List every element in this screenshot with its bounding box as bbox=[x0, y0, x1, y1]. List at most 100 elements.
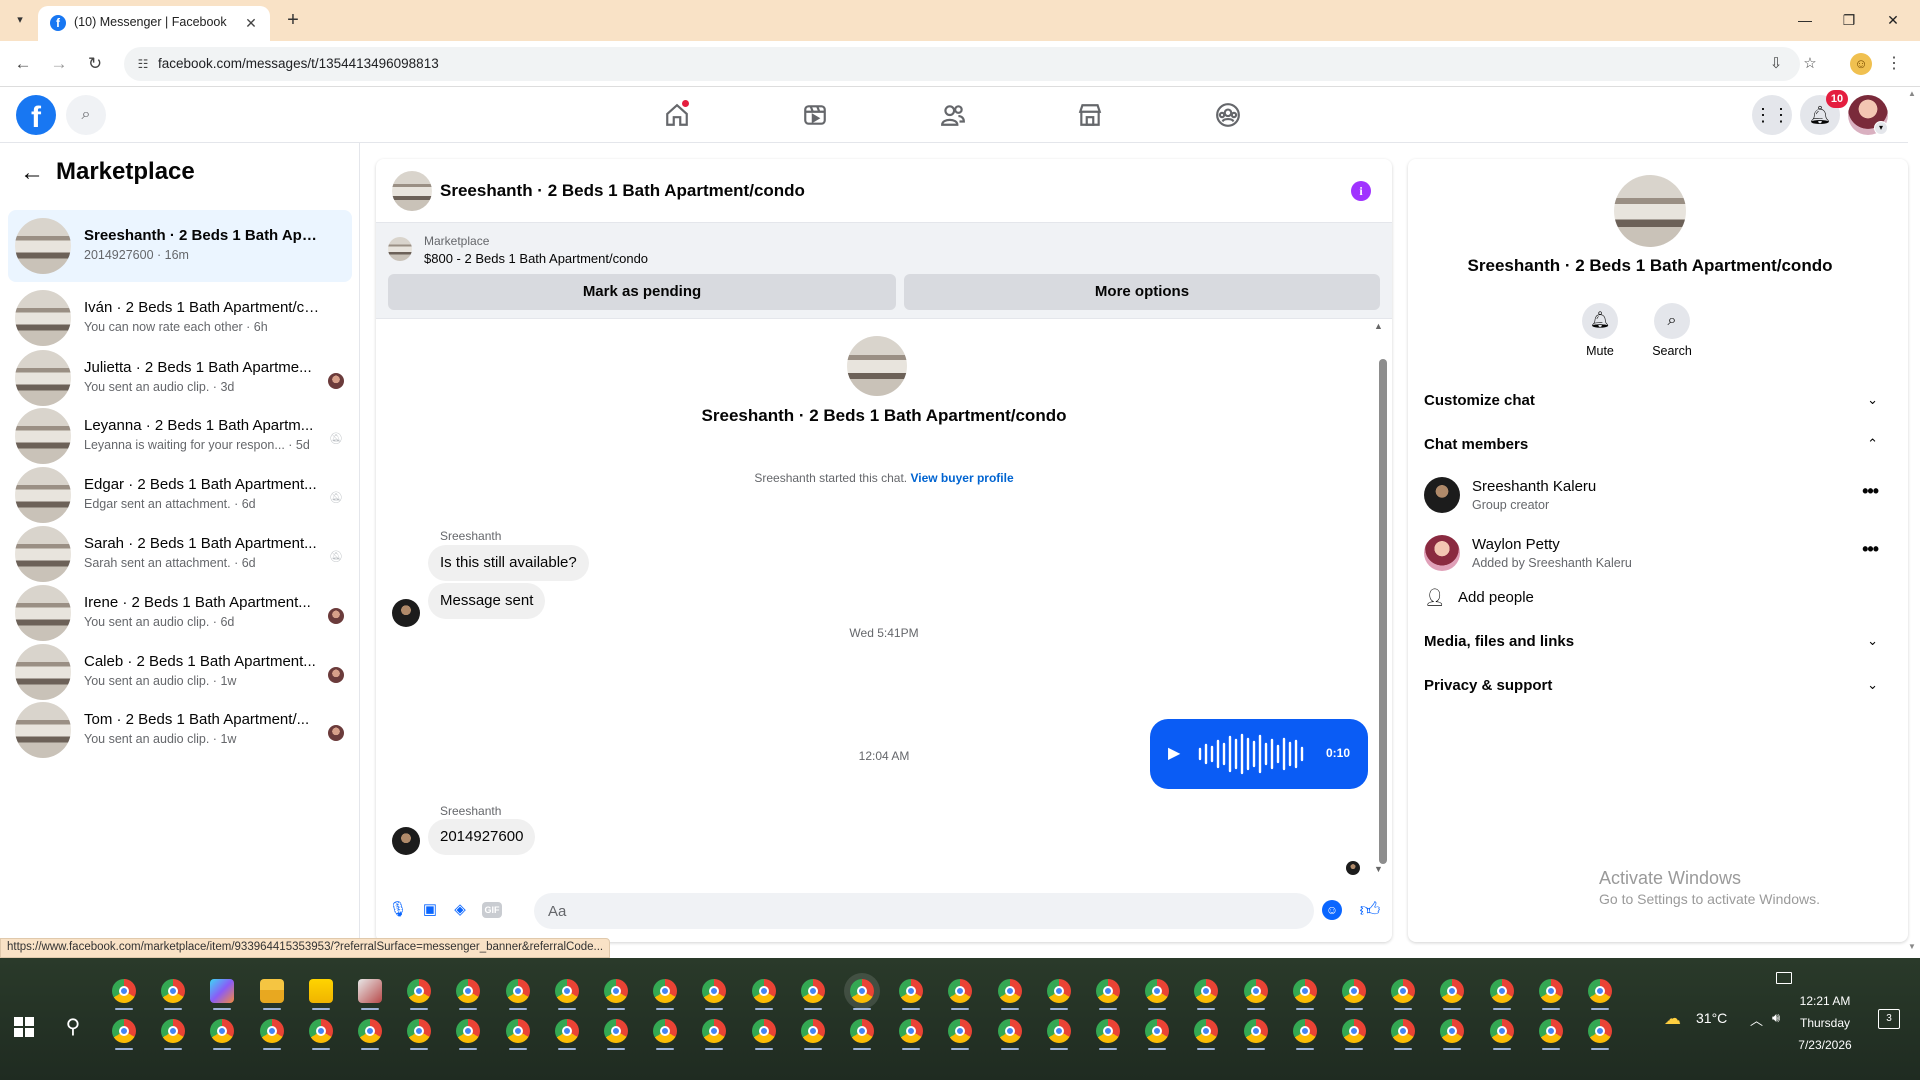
thumbs-up-icon[interactable]: 👍︎ bbox=[1358, 898, 1382, 922]
chrome-taskbar-icon[interactable] bbox=[1194, 1019, 1218, 1043]
page-scroll-down-arrow-icon[interactable]: ▼ bbox=[1908, 942, 1916, 951]
conversation-avatar[interactable] bbox=[15, 218, 71, 274]
more-options-icon[interactable]: ••• bbox=[1862, 539, 1879, 560]
video-nav-icon[interactable] bbox=[799, 99, 831, 131]
chevron-up-icon[interactable]: ⌃ bbox=[1867, 436, 1878, 452]
site-info-icon[interactable]: ☷ bbox=[134, 55, 152, 73]
media-files-links-section[interactable]: Media, files and links ⌄ bbox=[1424, 633, 1878, 657]
chrome-taskbar-icon[interactable] bbox=[407, 1019, 431, 1043]
taskbar-app-icon[interactable] bbox=[358, 979, 382, 1003]
scrollbar-thumb[interactable] bbox=[1379, 359, 1387, 864]
scroll-down-arrow-icon[interactable]: ▼ bbox=[1374, 864, 1383, 874]
chrome-taskbar-icon[interactable] bbox=[752, 1019, 776, 1043]
chrome-taskbar-icon[interactable] bbox=[1293, 1019, 1317, 1043]
more-options-icon[interactable]: ••• bbox=[1862, 481, 1879, 502]
chrome-taskbar-icon[interactable] bbox=[1145, 1019, 1169, 1043]
chrome-taskbar-icon[interactable] bbox=[1145, 979, 1169, 1003]
notification-center-icon[interactable]: 3 bbox=[1878, 1009, 1900, 1029]
groups-nav-icon[interactable] bbox=[1212, 99, 1244, 131]
chrome-taskbar-icon[interactable] bbox=[653, 979, 677, 1003]
home-nav-icon[interactable] bbox=[661, 99, 693, 131]
browser-tab-active[interactable]: f (10) Messenger | Facebook ✕ bbox=[38, 6, 270, 41]
chrome-taskbar-icon[interactable] bbox=[210, 1019, 234, 1043]
chrome-taskbar-icon[interactable] bbox=[456, 1019, 480, 1043]
reload-icon[interactable]: ↻ bbox=[84, 53, 106, 75]
chrome-taskbar-icon[interactable] bbox=[1490, 979, 1514, 1003]
mark-as-pending-button[interactable]: Mark as pending bbox=[388, 274, 896, 310]
customize-chat-section[interactable]: Customize chat ⌄ bbox=[1424, 392, 1878, 416]
chevron-down-icon[interactable]: ⌄ bbox=[1867, 677, 1878, 693]
search-action[interactable]: ⌕ Search bbox=[1642, 303, 1702, 358]
conversation-avatar[interactable] bbox=[15, 585, 71, 641]
chrome-taskbar-icon[interactable] bbox=[1342, 979, 1366, 1003]
emoji-icon[interactable]: ☺ bbox=[1322, 900, 1342, 920]
photo-icon[interactable]: ▣ bbox=[420, 900, 440, 920]
browser-profile-icon[interactable]: ☺ bbox=[1850, 53, 1872, 75]
menu-grid-icon[interactable]: ⋮⋮ bbox=[1752, 95, 1792, 135]
chrome-taskbar-icon[interactable] bbox=[1047, 979, 1071, 1003]
chrome-taskbar-icon[interactable] bbox=[604, 1019, 628, 1043]
conversation-avatar[interactable] bbox=[15, 350, 71, 406]
chrome-taskbar-icon[interactable] bbox=[555, 1019, 579, 1043]
info-icon[interactable]: i bbox=[1351, 181, 1371, 201]
chrome-taskbar-icon[interactable] bbox=[555, 979, 579, 1003]
chrome-taskbar-icon[interactable] bbox=[112, 979, 136, 1003]
bell-icon[interactable]: 🔔︎ bbox=[1582, 303, 1618, 339]
chrome-taskbar-icon[interactable] bbox=[1490, 1019, 1514, 1043]
conversation-item[interactable]: Tom · 2 Beds 1 Bath Apartment/... You sen… bbox=[8, 694, 352, 766]
chrome-taskbar-icon[interactable] bbox=[1391, 979, 1415, 1003]
install-app-icon[interactable]: ⇩ bbox=[1766, 55, 1786, 73]
chrome-taskbar-icon[interactable] bbox=[1588, 979, 1612, 1003]
chrome-taskbar-icon[interactable] bbox=[1539, 979, 1563, 1003]
tab-close-icon[interactable]: ✕ bbox=[242, 14, 260, 32]
listing-thumbnail[interactable] bbox=[388, 237, 412, 261]
url-text[interactable]: facebook.com/messages/t/1354413496098813 bbox=[158, 56, 439, 71]
marketplace-nav-icon[interactable] bbox=[1074, 99, 1106, 131]
chat-title[interactable]: Sreeshanth · 2 Beds 1 Bath Apartment/con… bbox=[440, 181, 805, 201]
privacy-support-section[interactable]: Privacy & support ⌄ bbox=[1424, 677, 1878, 701]
add-people-button[interactable]: 👤︎ Add people bbox=[1424, 587, 1878, 611]
taskbar-clock[interactable]: 12:21 AM Thursday 7/23/2026 bbox=[1782, 990, 1868, 1056]
chrome-taskbar-icon[interactable] bbox=[1096, 1019, 1120, 1043]
chrome-taskbar-icon[interactable] bbox=[1440, 1019, 1464, 1043]
chrome-taskbar-icon[interactable] bbox=[899, 979, 923, 1003]
back-arrow-icon[interactable]: ← bbox=[12, 53, 34, 75]
friends-nav-icon[interactable] bbox=[937, 99, 969, 131]
volume-icon[interactable]: 🔊︎ bbox=[1772, 1010, 1780, 1026]
scroll-up-arrow-icon[interactable]: ▲ bbox=[1374, 321, 1383, 331]
chrome-taskbar-icon[interactable] bbox=[604, 979, 628, 1003]
message-bubble[interactable]: Message sent bbox=[428, 583, 546, 619]
chrome-taskbar-icon[interactable] bbox=[1440, 979, 1464, 1003]
sender-avatar[interactable] bbox=[392, 827, 420, 855]
chrome-taskbar-icon[interactable] bbox=[1342, 1019, 1366, 1043]
chrome-taskbar-icon[interactable] bbox=[653, 1019, 677, 1043]
chrome-taskbar-icon[interactable] bbox=[1539, 1019, 1563, 1043]
microphone-icon[interactable]: 🎙︎ bbox=[388, 900, 408, 920]
bookmark-star-icon[interactable]: ☆ bbox=[1800, 55, 1820, 73]
new-tab-button[interactable]: + bbox=[282, 9, 304, 31]
listing-title[interactable]: $800 - 2 Beds 1 Bath Apartment/condo bbox=[424, 251, 648, 266]
chrome-taskbar-icon[interactable] bbox=[407, 979, 431, 1003]
view-buyer-profile-link[interactable]: View buyer profile bbox=[910, 471, 1013, 485]
chrome-taskbar-icon[interactable] bbox=[506, 979, 530, 1003]
restore-button[interactable]: ❐ bbox=[1834, 8, 1864, 32]
member-avatar[interactable] bbox=[1424, 535, 1460, 571]
message-bubble[interactable]: Is this still available? bbox=[428, 545, 589, 581]
member-avatar[interactable] bbox=[1424, 477, 1460, 513]
chrome-taskbar-icon[interactable] bbox=[506, 1019, 530, 1043]
chrome-taskbar-icon[interactable] bbox=[702, 1019, 726, 1043]
chrome-taskbar-icon[interactable] bbox=[1244, 1019, 1268, 1043]
chrome-taskbar-icon[interactable] bbox=[1293, 979, 1317, 1003]
member-row[interactable]: Waylon Petty Added by Sreeshanth Kaleru … bbox=[1424, 531, 1879, 575]
chrome-taskbar-icon[interactable] bbox=[309, 1019, 333, 1043]
chrome-taskbar-icon[interactable] bbox=[456, 979, 480, 1003]
chrome-taskbar-icon[interactable] bbox=[801, 1019, 825, 1043]
browser-menu-icon[interactable]: ⋮ bbox=[1886, 53, 1902, 75]
chrome-taskbar-icon[interactable] bbox=[358, 1019, 382, 1043]
chrome-taskbar-icon[interactable] bbox=[1244, 979, 1268, 1003]
page-scroll-up-arrow-icon[interactable]: ▲ bbox=[1908, 89, 1916, 98]
chrome-taskbar-icon[interactable] bbox=[850, 1019, 874, 1043]
forward-arrow-icon[interactable]: → bbox=[48, 53, 70, 75]
chat-members-section[interactable]: Chat members ⌃ bbox=[1424, 436, 1878, 460]
search-icon[interactable]: ⌕ bbox=[66, 95, 106, 135]
